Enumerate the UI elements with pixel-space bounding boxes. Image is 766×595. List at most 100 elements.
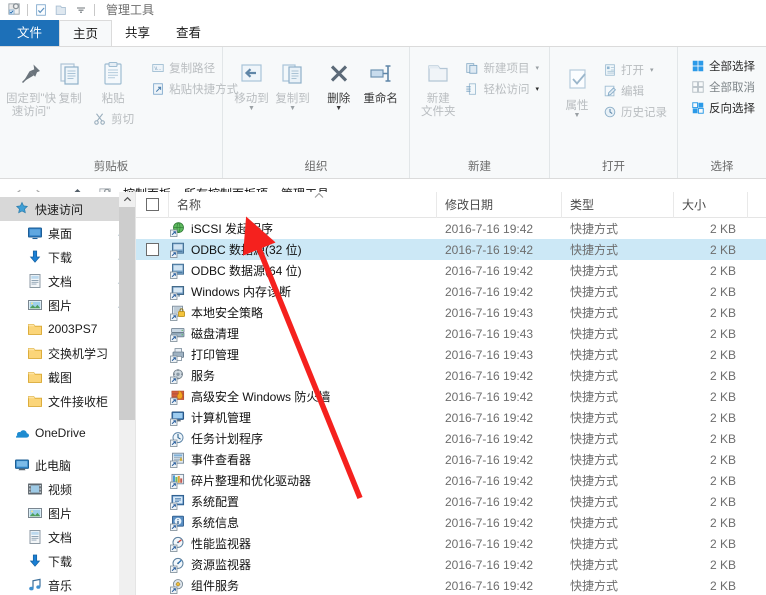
table-row[interactable]: iSCSI 发起程序 2016-7-16 19:42 快捷方式 2 KB xyxy=(136,218,766,239)
cut-button[interactable]: 剪切 xyxy=(88,108,138,129)
ribbon-group-select: 全部选择 全部取消 反向选择 选择 xyxy=(678,47,766,178)
table-row[interactable]: 系统信息 2016-7-16 19:42 快捷方式 2 KB xyxy=(136,512,766,533)
sidebar-item-4[interactable]: 图片 xyxy=(0,293,135,317)
sidebar-item-9[interactable]: OneDrive xyxy=(0,421,135,445)
cell-size: 2 KB xyxy=(709,515,736,530)
cell-date: 2016-7-16 19:42 xyxy=(445,452,534,467)
column-header-date[interactable]: 修改日期 xyxy=(437,192,562,218)
edit-button[interactable]: 编辑 xyxy=(598,80,671,101)
documents-icon xyxy=(26,272,44,290)
paste-button[interactable]: 粘贴 xyxy=(84,52,142,106)
cell-size: 2 KB xyxy=(709,410,736,425)
pictures-icon xyxy=(26,296,44,314)
sidebar-item-14[interactable]: 下载 xyxy=(0,549,135,573)
sidebar-item-1[interactable]: 桌面 xyxy=(0,221,135,245)
sidebar-item-3[interactable]: 文档 xyxy=(0,269,135,293)
column-header-name[interactable]: 名称 xyxy=(169,192,437,218)
sidebar-item-0[interactable]: 快速访问 xyxy=(0,197,135,221)
table-row[interactable]: ODBC 数据源(32 位) 2016-7-16 19:42 快捷方式 2 KB xyxy=(136,239,766,260)
open-button[interactable]: 打开 ▾ xyxy=(598,59,671,80)
cell-date: 2016-7-16 19:42 xyxy=(445,221,534,236)
select-all-button[interactable]: 全部选择 xyxy=(686,55,759,76)
rename-button[interactable]: 重命名 xyxy=(358,52,403,106)
table-row[interactable]: ODBC 数据源(64 位) 2016-7-16 19:42 快捷方式 2 KB xyxy=(136,260,766,281)
sidebar-item-15[interactable]: 音乐 xyxy=(0,573,135,595)
pin-to-quick-access-label: 固定到"快 速访问" xyxy=(6,93,57,118)
tab-share[interactable]: 共享 xyxy=(112,20,163,46)
sidebar-item-2[interactable]: 下载 xyxy=(0,245,135,269)
column-header-type[interactable]: 类型 xyxy=(562,192,674,218)
table-row[interactable]: 任务计划程序 2016-7-16 19:42 快捷方式 2 KB xyxy=(136,428,766,449)
sidebar-item-13[interactable]: 文档 xyxy=(0,525,135,549)
table-row[interactable]: 组件服务 2016-7-16 19:42 快捷方式 2 KB xyxy=(136,575,766,595)
quick-access-toolbar: 管理工具 xyxy=(0,0,766,19)
sidebar-item-5[interactable]: 2003PS7 xyxy=(0,317,135,341)
chevron-down-icon[interactable]: ▼ xyxy=(289,105,296,112)
new-item-button[interactable]: 新建项目 ▾ xyxy=(460,57,543,78)
sidebar-item-label: 交换机学习 xyxy=(48,346,109,361)
column-header-size[interactable]: 大小 xyxy=(674,192,748,218)
table-row[interactable]: 服务 2016-7-16 19:42 快捷方式 2 KB xyxy=(136,365,766,386)
row-checkbox[interactable] xyxy=(136,243,169,256)
invert-selection-icon xyxy=(690,100,705,115)
sidebar-item-6[interactable]: 交换机学习 xyxy=(0,341,135,365)
chevron-down-icon[interactable]: ▾ xyxy=(535,64,539,72)
chevron-down-icon[interactable]: ▼ xyxy=(574,112,581,119)
chevron-down-icon[interactable] xyxy=(71,1,91,18)
desktop-icon xyxy=(26,224,44,242)
table-row[interactable]: 打印管理 2016-7-16 19:43 快捷方式 2 KB xyxy=(136,344,766,365)
table-row[interactable]: 性能监视器 2016-7-16 19:42 快捷方式 2 KB xyxy=(136,533,766,554)
table-row[interactable]: 高级安全 Windows 防火墙 2016-7-16 19:42 快捷方式 2 KB xyxy=(136,386,766,407)
sidebar-item-11[interactable]: 视频 xyxy=(0,477,135,501)
cell-date: 2016-7-16 19:42 xyxy=(445,284,534,299)
tab-view[interactable]: 查看 xyxy=(163,20,214,46)
invert-selection-button[interactable]: 反向选择 xyxy=(686,97,759,118)
copy-to-button[interactable]: 复制到 ▼ xyxy=(272,52,313,112)
delete-button[interactable]: 删除 ▼ xyxy=(319,52,358,112)
cell-size: 2 KB xyxy=(709,557,736,572)
table-row[interactable]: 碎片整理和优化驱动器 2016-7-16 19:42 快捷方式 2 KB xyxy=(136,470,766,491)
sidebar-item-10[interactable]: 此电脑 xyxy=(0,453,135,477)
cell-name: ODBC 数据源(32 位) xyxy=(169,241,437,258)
easy-access-button[interactable]: 轻松访问 ▾ xyxy=(460,78,543,99)
music-icon xyxy=(26,576,44,594)
cell-type: 快捷方式 xyxy=(570,516,619,530)
defragment-icon xyxy=(169,472,186,489)
properties-button[interactable]: 属性 ▼ xyxy=(558,59,596,119)
chevron-down-icon[interactable]: ▼ xyxy=(335,105,342,112)
navigation-scrollbar[interactable] xyxy=(119,192,135,595)
table-row[interactable]: 本地安全策略 2016-7-16 19:43 快捷方式 2 KB xyxy=(136,302,766,323)
cell-name: 本地安全策略 xyxy=(169,304,437,321)
table-row[interactable]: 计算机管理 2016-7-16 19:42 快捷方式 2 KB xyxy=(136,407,766,428)
cell-date: 2016-7-16 19:42 xyxy=(445,515,534,530)
table-row[interactable]: 事件查看器 2016-7-16 19:42 快捷方式 2 KB xyxy=(136,449,766,470)
history-button[interactable]: 历史记录 xyxy=(598,101,671,122)
sidebar-item-12[interactable]: 图片 xyxy=(0,501,135,525)
sidebar-item-8[interactable]: 文件接收柜 xyxy=(0,389,135,413)
new-folder-icon[interactable] xyxy=(51,1,71,18)
table-row[interactable]: Windows 内存诊断 2016-7-16 19:42 快捷方式 2 KB xyxy=(136,281,766,302)
pin-to-quick-access-button[interactable]: 固定到"快 速访问" xyxy=(6,52,56,119)
select-all-checkbox[interactable] xyxy=(136,192,169,218)
cell-size: 2 KB xyxy=(709,578,736,593)
downloads-arrow-icon xyxy=(26,552,44,570)
chevron-down-icon[interactable]: ▼ xyxy=(248,105,255,112)
tab-home[interactable]: 主页 xyxy=(59,20,113,46)
cell-type: 快捷方式 xyxy=(570,411,619,425)
move-to-button[interactable]: 移动到 ▼ xyxy=(231,52,272,112)
odbc-icon xyxy=(169,241,186,258)
table-row[interactable]: 磁盘清理 2016-7-16 19:43 快捷方式 2 KB xyxy=(136,323,766,344)
properties-check-icon[interactable] xyxy=(31,1,51,18)
sidebar-item-7[interactable]: 截图 xyxy=(0,365,135,389)
new-folder-button[interactable]: 新建 文件夹 xyxy=(418,52,458,119)
chevron-down-icon[interactable]: ▾ xyxy=(650,66,654,74)
scroll-up-icon[interactable] xyxy=(119,192,135,207)
table-row[interactable]: 资源监视器 2016-7-16 19:42 快捷方式 2 KB xyxy=(136,554,766,575)
new-folder-icon xyxy=(424,56,452,92)
navigation-scroll-thumb[interactable] xyxy=(119,207,135,420)
copy-button[interactable]: 复制 xyxy=(56,52,84,106)
tab-file[interactable]: 文件 xyxy=(0,20,60,46)
select-none-button[interactable]: 全部取消 xyxy=(686,76,759,97)
table-row[interactable]: 系统配置 2016-7-16 19:42 快捷方式 2 KB xyxy=(136,491,766,512)
chevron-down-icon[interactable]: ▾ xyxy=(535,85,539,93)
